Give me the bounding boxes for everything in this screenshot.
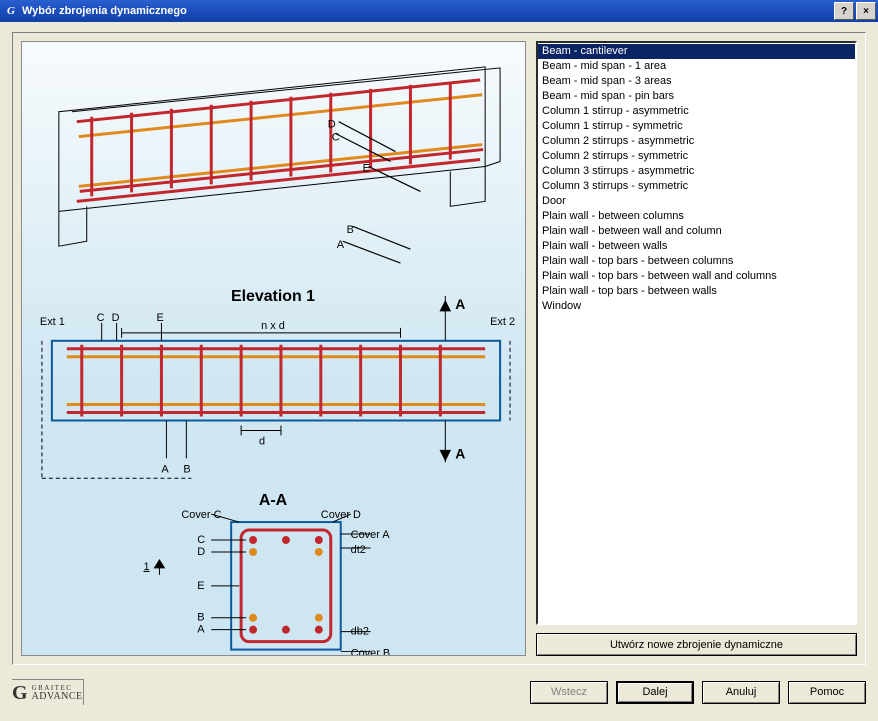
list-item[interactable]: Column 3 stirrups - symmetric xyxy=(538,179,855,194)
list-item[interactable]: Plain wall - between columns xyxy=(538,209,855,224)
dt2-label: dt2 xyxy=(351,544,366,556)
ext1-label: Ext 1 xyxy=(40,316,65,328)
cancel-button[interactable]: Anuluj xyxy=(702,681,780,704)
help-button[interactable]: Pomoc xyxy=(788,681,866,704)
list-item[interactable]: Column 1 stirrup - asymmetric xyxy=(538,104,855,119)
logo-g-icon: G xyxy=(12,682,28,705)
sec-C: C xyxy=(197,534,205,546)
close-title-button[interactable]: × xyxy=(856,2,876,20)
list-item[interactable]: Column 2 stirrups - symmetric xyxy=(538,149,855,164)
list-item[interactable]: Plain wall - between wall and column xyxy=(538,224,855,239)
reinforcement-preview: D C E B A Elevation 1 Ext 1 Ext 2 C D E xyxy=(21,41,526,656)
nxd-label: n x d xyxy=(261,320,285,332)
sec-B: B xyxy=(197,612,204,624)
footer: G GRAITEC ADVANCE Wstecz Dalej Anuluj Po… xyxy=(12,675,866,709)
elevation-title: Elevation 1 xyxy=(231,288,315,305)
elev-label-D: D xyxy=(112,312,120,324)
elev-bottom-A: A xyxy=(161,463,169,475)
sec-A: A xyxy=(197,624,205,636)
coverA-label: Cover A xyxy=(351,529,391,541)
window-title: Wybór zbrojenia dynamicznego xyxy=(22,5,187,17)
back-button[interactable]: Wstecz xyxy=(530,681,608,704)
section-title: A-A xyxy=(259,492,288,509)
elev-label-E: E xyxy=(156,312,163,324)
list-item[interactable]: Plain wall - top bars - between wall and… xyxy=(538,269,855,284)
list-item[interactable]: Plain wall - between walls xyxy=(538,239,855,254)
iso-label-C: C xyxy=(332,132,340,144)
elev-label-C: C xyxy=(97,312,105,324)
logo-product: ADVANCE xyxy=(32,691,83,702)
section-one: 1 xyxy=(144,561,150,573)
main-panel: D C E B A Elevation 1 Ext 1 Ext 2 C D E xyxy=(12,32,866,665)
next-button[interactable]: Dalej xyxy=(616,681,694,704)
list-item[interactable]: Beam - mid span - pin bars xyxy=(538,89,855,104)
section-mark-A-bot: A xyxy=(455,445,465,461)
list-item[interactable]: Column 3 stirrups - asymmetric xyxy=(538,164,855,179)
app-icon: G xyxy=(4,4,18,18)
ext2-label: Ext 2 xyxy=(490,316,515,328)
list-item[interactable]: Column 1 stirrup - symmetric xyxy=(538,119,855,134)
reinforcement-type-list[interactable]: Beam - cantileverBeam - mid span - 1 are… xyxy=(536,41,857,625)
iso-label-A: A xyxy=(337,239,345,251)
list-item[interactable]: Door xyxy=(538,194,855,209)
title-bar: G Wybór zbrojenia dynamicznego ? × xyxy=(0,0,878,22)
graitec-advance-logo: G GRAITEC ADVANCE xyxy=(12,679,84,705)
sec-E: E xyxy=(197,580,204,592)
elev-bottom-B: B xyxy=(183,463,190,475)
list-item[interactable]: Plain wall - top bars - between walls xyxy=(538,284,855,299)
list-item[interactable]: Beam - mid span - 3 areas xyxy=(538,74,855,89)
help-title-button[interactable]: ? xyxy=(834,2,854,20)
iso-label-B: B xyxy=(347,224,354,236)
iso-label-D: D xyxy=(328,119,336,131)
list-item[interactable]: Plain wall - top bars - between columns xyxy=(538,254,855,269)
list-item[interactable]: Beam - cantilever xyxy=(538,44,855,59)
list-item[interactable]: Beam - mid span - 1 area xyxy=(538,59,855,74)
create-new-dynamic-button[interactable]: Utwórz nowe zbrojenie dynamiczne xyxy=(536,633,857,656)
sec-D: D xyxy=(197,546,205,558)
coverD-label: Cover D xyxy=(321,509,361,521)
list-item[interactable]: Column 2 stirrups - asymmetric xyxy=(538,134,855,149)
list-item[interactable]: Window xyxy=(538,299,855,314)
d-label: d xyxy=(259,435,265,447)
iso-label-E: E xyxy=(363,162,370,174)
section-mark-A-top: A xyxy=(455,296,465,312)
iso-view: D C E B A xyxy=(59,67,500,263)
